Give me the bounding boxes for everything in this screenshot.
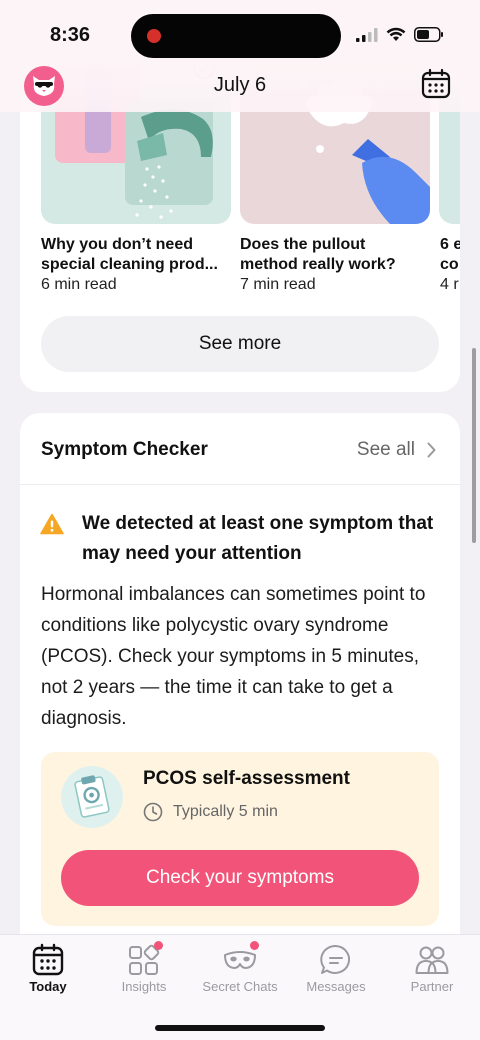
tab-label: Insights	[121, 979, 167, 994]
clipboard-icon	[61, 766, 123, 828]
see-all-label: See all	[356, 439, 415, 460]
dynamic-island	[131, 14, 341, 58]
bottom-tab-bar: Today Insights Secret Chats Messages Par…	[0, 934, 480, 1040]
calendar-icon	[421, 68, 451, 99]
section-title: Symptom Checker	[41, 439, 208, 460]
cellular-signal-icon	[356, 27, 378, 42]
tab-partner[interactable]: Partner	[384, 935, 480, 1011]
wifi-icon	[386, 27, 406, 41]
article-read-time: 4 r	[440, 276, 459, 293]
tab-today[interactable]: Today	[0, 935, 96, 1011]
date-title: July 6	[213, 74, 267, 96]
see-more-button[interactable]: See more	[41, 316, 439, 372]
status-icons	[356, 27, 444, 42]
symptom-checker-header: Symptom Checker See all	[20, 413, 460, 485]
article-title: Why you don’t need special cleaning prod…	[41, 236, 218, 273]
symptom-warning-text: We detected at least one symptom that ma…	[82, 513, 434, 564]
notification-badge	[154, 941, 163, 950]
calendar-button[interactable]	[420, 68, 452, 100]
battery-icon	[414, 27, 443, 42]
mask-icon	[223, 941, 259, 977]
partner-icon	[415, 946, 449, 974]
article-read-time: 7 min read	[240, 276, 316, 293]
symptom-description: Hormonal imbalances can sometimes point …	[41, 584, 426, 729]
calendar-icon	[32, 943, 64, 976]
assessment-title: PCOS self-assessment	[143, 768, 350, 789]
article-title: Does the pullout method really work?	[240, 236, 396, 273]
chevron-right-icon	[427, 442, 436, 458]
tab-label: Partner	[410, 979, 454, 994]
tab-insights[interactable]: Insights	[96, 935, 192, 1011]
clock-icon	[143, 802, 163, 822]
recording-indicator-icon	[147, 29, 161, 43]
article-title: 6 e co	[440, 236, 460, 273]
see-all-link[interactable]: See all	[357, 439, 436, 461]
pcos-assessment-box: PCOS self-assessment Typically 5 min Che…	[41, 752, 439, 926]
top-header: July 6	[0, 58, 480, 112]
duration-label: Typically 5 min	[173, 803, 278, 820]
symptom-checker-card: Symptom Checker See all We detected at l…	[20, 413, 460, 973]
article-read-time: 6 min read	[41, 276, 117, 293]
tab-label: Secret Chats	[202, 979, 278, 994]
warning-icon	[40, 513, 64, 535]
assessment-duration: Typically 5 min	[143, 802, 278, 822]
tab-label: Today	[29, 979, 67, 994]
notification-badge	[250, 941, 259, 950]
status-bar: 8:36	[0, 0, 480, 66]
home-indicator[interactable]	[155, 1025, 325, 1031]
tab-secret-chats[interactable]: Secret Chats	[192, 935, 288, 1011]
tab-messages[interactable]: Messages	[288, 935, 384, 1011]
status-time: 8:36	[50, 24, 91, 46]
tab-label: Messages	[306, 979, 366, 994]
insights-grid-icon	[127, 941, 163, 977]
today-screen: 8:36 July 6 Why you don’t need special c…	[0, 0, 480, 1040]
chat-bubble-icon	[320, 944, 351, 974]
check-symptoms-button[interactable]: Check your symptoms	[61, 850, 419, 906]
scrollbar[interactable]	[472, 348, 476, 543]
